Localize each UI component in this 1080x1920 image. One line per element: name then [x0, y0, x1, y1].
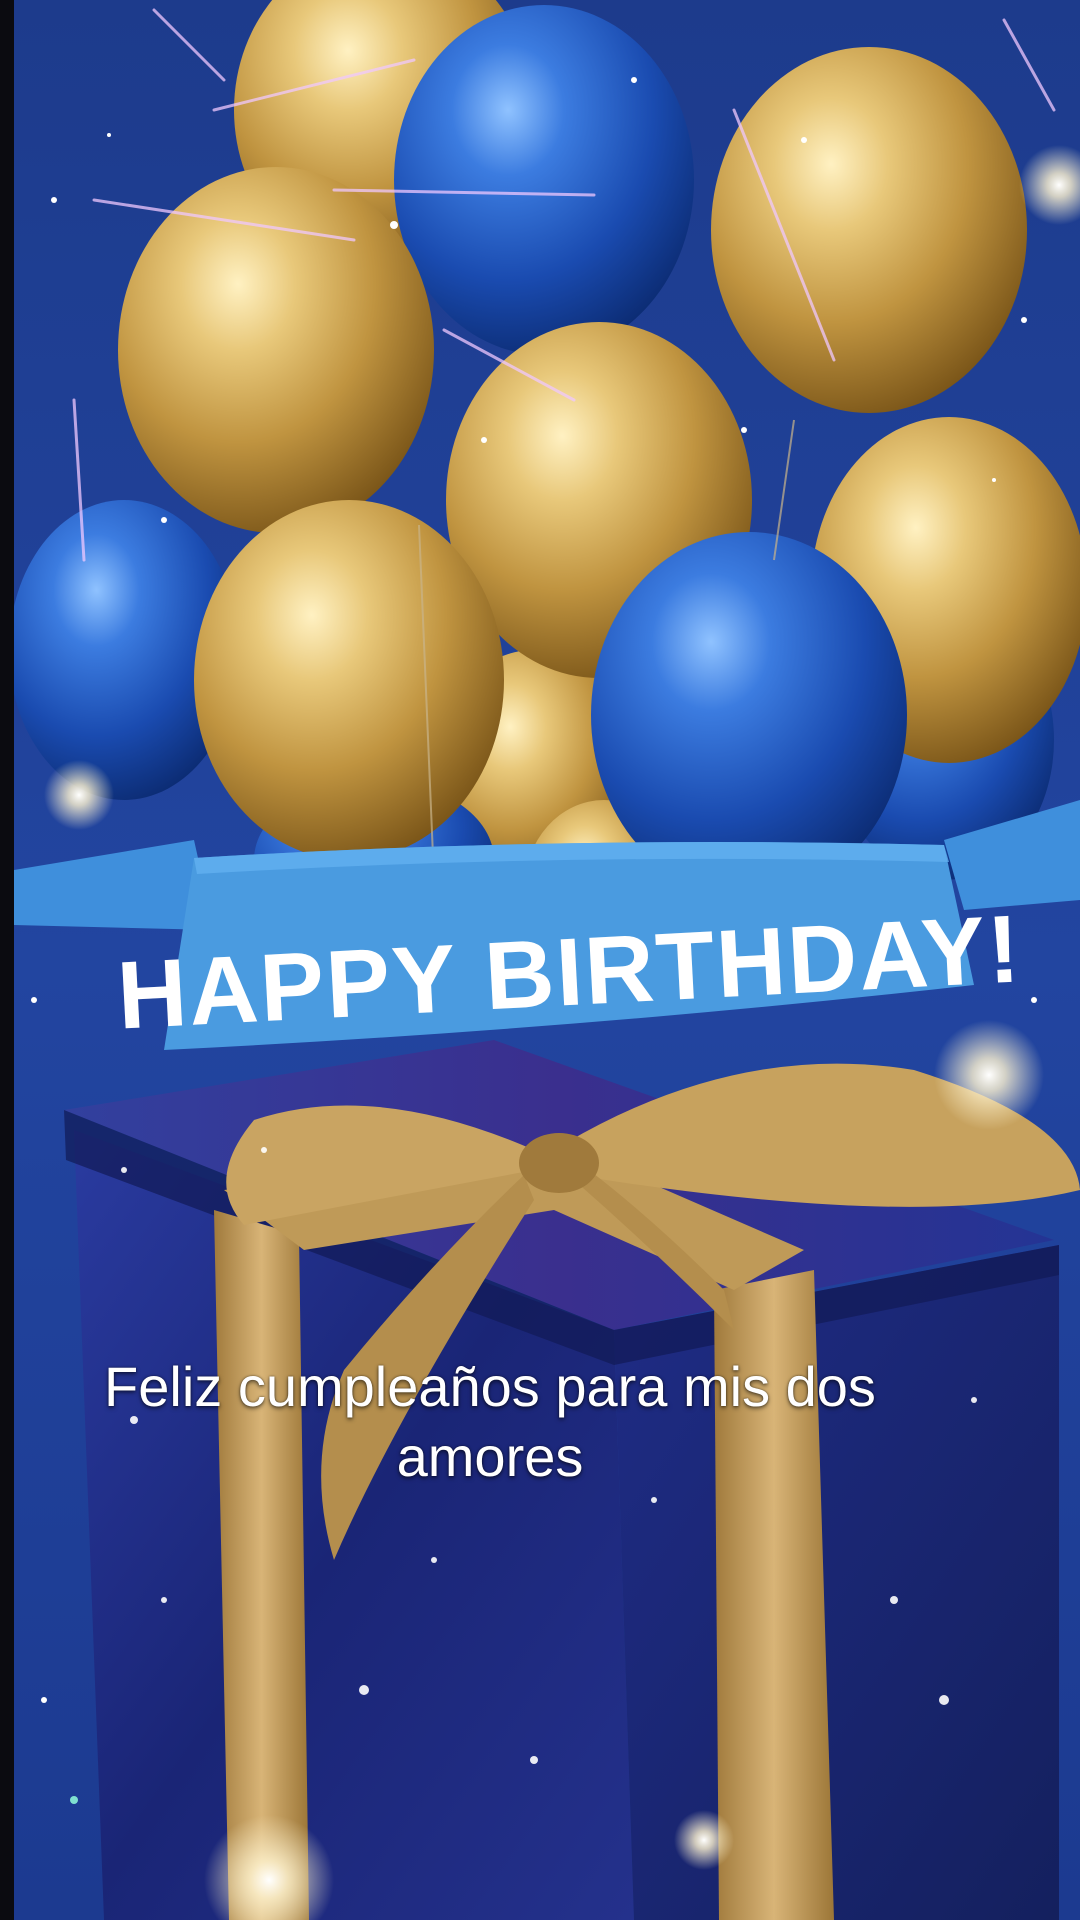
video-caption: Feliz cumpleaños para mis dos amores	[20, 1352, 960, 1492]
caption-line-1: Feliz cumpleaños para mis dos	[104, 1355, 876, 1418]
caption-line-2: amores	[396, 1425, 584, 1488]
birthday-artwork: HAPPY BIRTHDAY!	[14, 0, 1080, 1920]
video-frame: HAPPY BIRTHDAY! Feliz cumpleaños para mi…	[0, 0, 1080, 1920]
